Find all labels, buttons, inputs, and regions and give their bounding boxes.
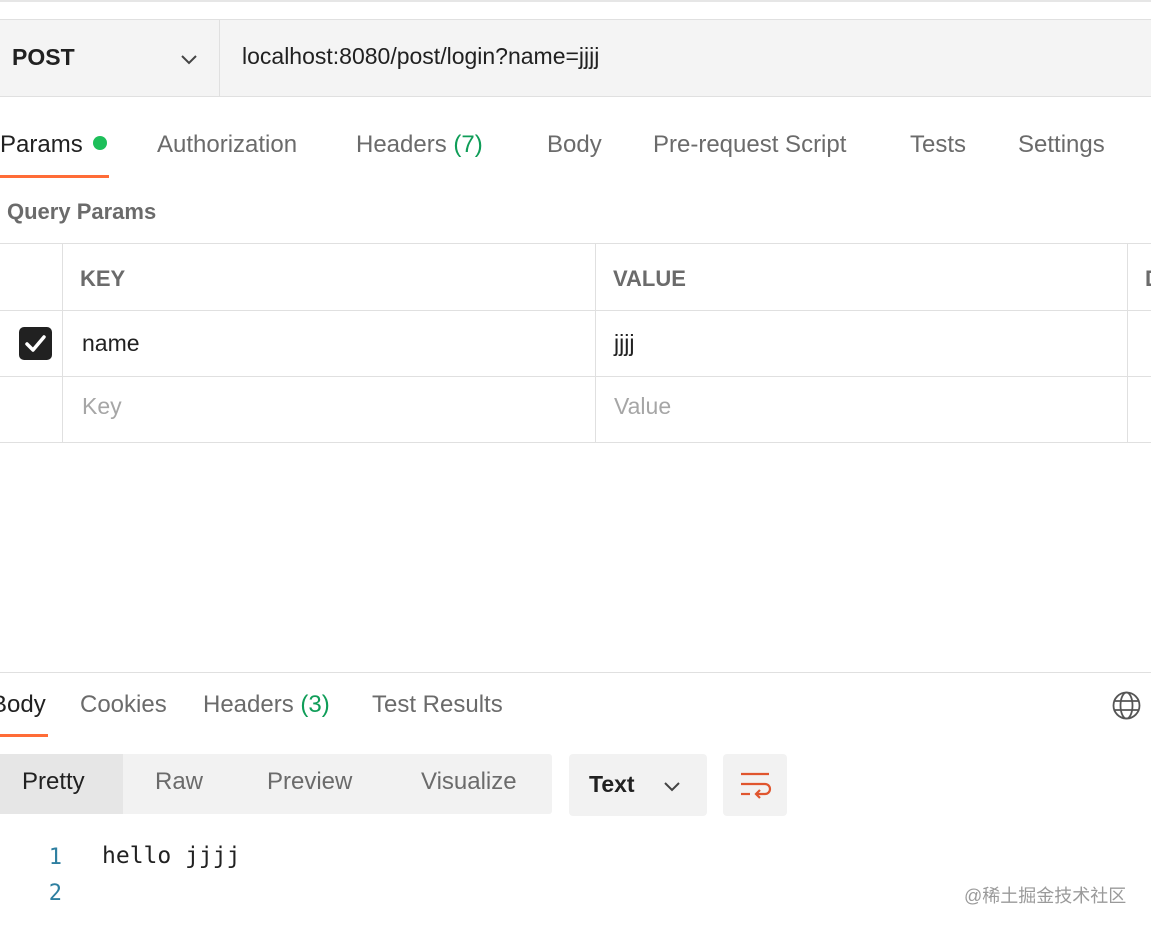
query-params-title: Query Params (7, 199, 157, 224)
response-tab-cookies[interactable]: Cookies (80, 691, 167, 719)
response-tab-body[interactable]: Body (0, 691, 46, 719)
column-divider (595, 244, 596, 443)
tab-pre-request-script[interactable]: Pre-request Script (653, 131, 846, 159)
column-header-value: VALUE (613, 266, 686, 291)
window-top-border (0, 0, 1151, 2)
format-dropdown[interactable]: Text (569, 754, 707, 816)
active-tab-underline (0, 734, 48, 737)
active-tab-underline (0, 175, 109, 178)
tab-authorization[interactable]: Authorization (157, 131, 297, 159)
column-header-description: D (1145, 266, 1151, 292)
response-tab-headers[interactable]: Headers (3) (203, 691, 330, 719)
view-raw-button[interactable]: Raw (155, 768, 203, 796)
tab-headers-label: Headers (356, 131, 447, 158)
param-value-cell[interactable]: jjjj (614, 330, 634, 357)
tab-body[interactable]: Body (547, 131, 602, 159)
new-key-input[interactable]: Key (82, 393, 122, 420)
query-params-table: KEY VALUE D name jjjj Key Value (0, 243, 1151, 443)
response-divider (0, 672, 1151, 673)
line-number: 1 (48, 845, 62, 870)
request-url-bar: POST localhost:8080/post/login?name=jjjj (0, 19, 1151, 97)
response-headers-count: (3) (300, 691, 330, 718)
param-key-cell[interactable]: name (82, 330, 140, 357)
tab-headers[interactable]: Headers (7) (356, 131, 483, 159)
url-input[interactable]: localhost:8080/post/login?name=jjjj (242, 43, 599, 70)
response-headers-label: Headers (203, 691, 294, 718)
tab-tests[interactable]: Tests (910, 131, 966, 159)
tab-params-label: Params (0, 131, 83, 158)
chevron-down-icon (181, 55, 197, 65)
new-value-input[interactable]: Value (614, 393, 671, 420)
format-label: Text (589, 771, 635, 797)
table-divider (0, 310, 1151, 311)
chevron-down-icon (664, 782, 680, 792)
view-visualize-button[interactable]: Visualize (421, 768, 517, 796)
response-tab-test-results[interactable]: Test Results (372, 691, 503, 719)
view-pretty-button[interactable]: Pretty (22, 768, 85, 796)
column-divider (62, 244, 63, 443)
method-label: POST (12, 44, 75, 70)
table-divider (0, 376, 1151, 377)
checkmark-icon (25, 335, 46, 352)
tab-params[interactable]: Params (0, 131, 107, 159)
headers-count: (7) (453, 131, 483, 158)
watermark: @稀土掘金技术社区 (964, 886, 1127, 906)
tab-settings[interactable]: Settings (1018, 131, 1105, 159)
response-view-mode-group: Pretty Raw Preview Visualize (0, 754, 552, 814)
view-preview-button[interactable]: Preview (267, 768, 352, 796)
line-number: 2 (48, 881, 62, 906)
wrap-lines-button[interactable] (723, 754, 787, 816)
method-dropdown[interactable]: POST (0, 20, 220, 96)
column-header-key: KEY (80, 266, 126, 291)
table-divider (0, 442, 1151, 443)
wrap-lines-icon (741, 772, 772, 799)
param-enabled-checkbox[interactable] (19, 327, 52, 360)
globe-icon[interactable] (1111, 690, 1142, 721)
response-body-line: hello jjjj (102, 843, 241, 869)
column-divider (1127, 244, 1128, 443)
params-active-dot (92, 136, 107, 150)
